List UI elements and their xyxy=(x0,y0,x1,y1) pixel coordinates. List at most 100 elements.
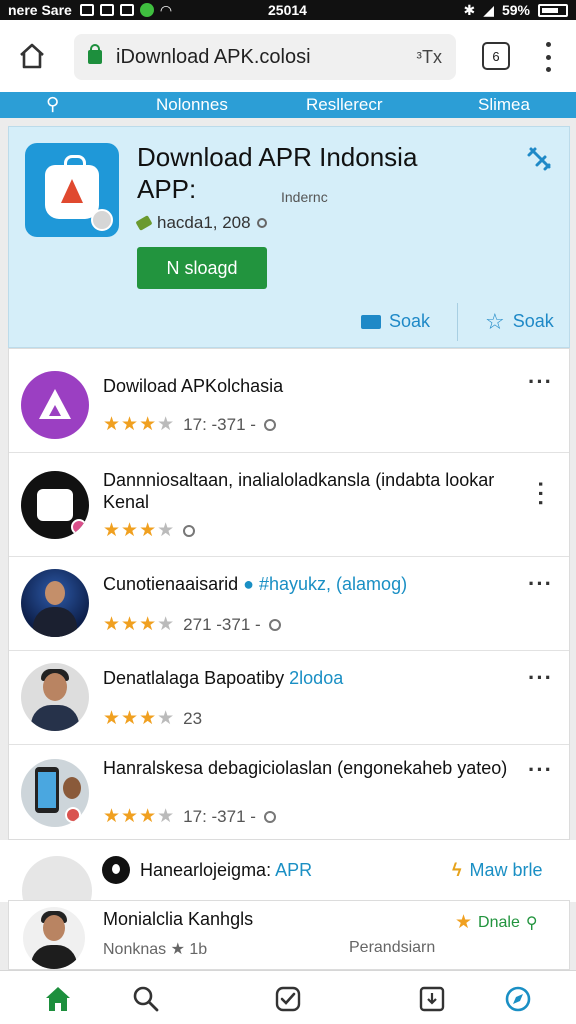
section-title-text: Hanearlojeigma: xyxy=(140,860,272,880)
rating-text: 23 xyxy=(183,708,203,728)
tab-count: 6 xyxy=(492,48,500,64)
more-options-icon[interactable]: ··· xyxy=(528,757,553,783)
item-title: Monialclia Kanhgls xyxy=(103,909,254,929)
star-rating-icon: ★★★★ xyxy=(103,614,176,635)
list-item[interactable]: Hanralskesa debagiciolaslan (engonekaheb… xyxy=(9,745,569,839)
check-icon[interactable] xyxy=(274,985,302,1013)
grid-icon xyxy=(99,4,114,16)
address-bar[interactable]: iDownload APK.colosi ᵌTx xyxy=(74,34,456,80)
download-icon[interactable] xyxy=(418,985,446,1013)
message-icon xyxy=(119,4,134,16)
battery-icon xyxy=(538,3,568,17)
clock: 25014 xyxy=(268,2,307,18)
rating-text: 17: -371 - xyxy=(183,414,256,434)
tabs-button[interactable]: 6 xyxy=(482,42,510,70)
wifi-icon: ◠ xyxy=(159,1,173,18)
app-rating: ★★★★ xyxy=(103,519,196,542)
download-button[interactable]: N sloagd xyxy=(137,247,267,289)
app-notification-icon xyxy=(139,3,154,17)
section-header: Hanearlojeigma: APR ϟ Maw brle xyxy=(0,840,576,926)
bluetooth-icon: ✱ xyxy=(463,1,476,18)
item-actions[interactable]: ★ Dnale ⚲ xyxy=(455,911,538,934)
list-item[interactable]: Denatlalaga Bapoatiby 2lodoa ★★★★ 23 ··· xyxy=(9,651,569,745)
category-icon[interactable]: ⚲ xyxy=(46,94,59,115)
browser-toolbar: iDownload APK.colosi ᵌTx 6 xyxy=(0,20,576,92)
user-avatar xyxy=(23,907,85,969)
info-icon xyxy=(268,618,281,631)
category-nav: ⚲ Nolonnes Resllerecr Slimea xyxy=(0,92,576,118)
chat-icon xyxy=(102,856,130,884)
info-icon xyxy=(263,810,276,823)
star-rating-icon: ★★★★ xyxy=(103,414,176,435)
hero-action-2-label: Soak xyxy=(512,311,554,331)
see-more-link[interactable]: ϟ Maw brle xyxy=(452,860,543,881)
rating-text: 17: -371 - xyxy=(183,806,256,826)
more-options-icon[interactable]: ··· xyxy=(528,571,553,597)
list-item[interactable]: Dannniosaltaan, inalialoladkansla (indab… xyxy=(9,453,569,557)
pin-icon[interactable] xyxy=(525,145,553,173)
section-title: Hanearlojeigma: APR xyxy=(140,860,312,881)
list-item[interactable]: Monialclia Kanhgls Nonknas ★ 1b Perandsi… xyxy=(8,900,570,970)
more-options-icon[interactable]: ··· xyxy=(527,481,553,509)
translate-icon[interactable]: ᵌTx xyxy=(416,47,442,68)
see-more-label: Maw brle xyxy=(469,860,543,880)
app-title: Dowiload APKolchasia xyxy=(103,376,284,396)
nav-item-2[interactable]: Resllerecr xyxy=(306,95,383,115)
star-icon: ☆ xyxy=(485,308,505,334)
featured-app-icon[interactable] xyxy=(25,143,119,237)
app-title: Dannniosaltaan, inalialoladkansla (indab… xyxy=(103,470,495,512)
info-icon xyxy=(263,418,276,431)
search-icon[interactable] xyxy=(132,985,160,1013)
nav-item-1[interactable]: Nolonnes xyxy=(156,95,228,115)
more-options-icon[interactable]: ··· xyxy=(528,665,553,691)
bottom-navigation xyxy=(0,970,576,1024)
shopping-bag-icon xyxy=(45,155,99,219)
lock-icon xyxy=(88,44,102,64)
image-icon xyxy=(79,4,94,16)
app-avatar xyxy=(21,759,89,827)
list-item[interactable]: Cunotienaaisarid ● #hayukz, (alamog) ★★★… xyxy=(9,557,569,651)
clock-icon xyxy=(183,524,196,537)
app-title-text: Denatlalaga Bapoatiby xyxy=(103,668,285,688)
nav-item-3[interactable]: Slimea xyxy=(478,95,530,115)
mail-icon xyxy=(361,314,381,329)
app-avatar xyxy=(21,471,89,539)
hero-action-1-label: Soak xyxy=(389,311,431,331)
app-title: Cunotienaaisarid ● #hayukz, (alamog) xyxy=(103,573,523,595)
app-avatar xyxy=(21,663,89,731)
app-title-tag: #hayukz, (alamog) xyxy=(259,574,408,594)
app-title: Hanralskesa debagiciolaslan (engonekaheb… xyxy=(103,758,508,778)
status-bar: nere Sare ◠ 25014 ✱ ◢ 59% xyxy=(0,0,576,20)
bolt-icon: ϟ xyxy=(452,860,462,880)
search-icon[interactable]: ⚲ xyxy=(526,913,538,933)
star-icon: ★ xyxy=(455,912,473,933)
carrier-label: nere Sare xyxy=(8,2,72,18)
more-options-icon[interactable]: ··· xyxy=(528,369,553,395)
home-icon[interactable] xyxy=(44,985,72,1013)
item-detail: Perandsiarn xyxy=(349,939,436,956)
featured-app-subtitle: Indernc xyxy=(281,189,328,205)
item-action-label: Dnale xyxy=(478,913,520,931)
app-title-text: Cunotienaaisarid xyxy=(103,574,239,594)
list-item[interactable]: Dowiload APKolchasia ★★★★ 17: -371 - ··· xyxy=(9,349,569,453)
app-rating: ★★★★ 23 xyxy=(103,707,202,730)
battery-percent: 59% xyxy=(501,2,530,18)
home-icon[interactable] xyxy=(18,42,46,70)
app-avatar xyxy=(21,371,89,439)
star-rating-icon: ★★★★ xyxy=(103,806,176,827)
compass-icon[interactable] xyxy=(504,985,532,1013)
hero-action-1[interactable]: Soak xyxy=(361,311,430,332)
notification-icons: ◠ xyxy=(79,1,173,19)
app-title-tag: 2lodoa xyxy=(289,668,344,688)
app-rating: ★★★★ 271 -371 - xyxy=(103,613,281,636)
featured-app-meta-text: hacda1, 208 xyxy=(157,213,251,232)
info-icon xyxy=(256,218,267,228)
overflow-menu-icon[interactable] xyxy=(540,42,556,72)
app-rating: ★★★★ 17: -371 - xyxy=(103,805,276,828)
verified-icon: ● xyxy=(243,574,254,594)
app-rating: ★★★★ 17: -371 - xyxy=(103,413,276,436)
item-subtitle: Nonknas ★ 1b xyxy=(103,941,208,958)
hero-action-2[interactable]: ☆ Soak xyxy=(485,308,554,334)
url-text: iDownload APK.colosi xyxy=(116,45,311,68)
app-list: Dowiload APKolchasia ★★★★ 17: -371 - ···… xyxy=(8,348,570,840)
